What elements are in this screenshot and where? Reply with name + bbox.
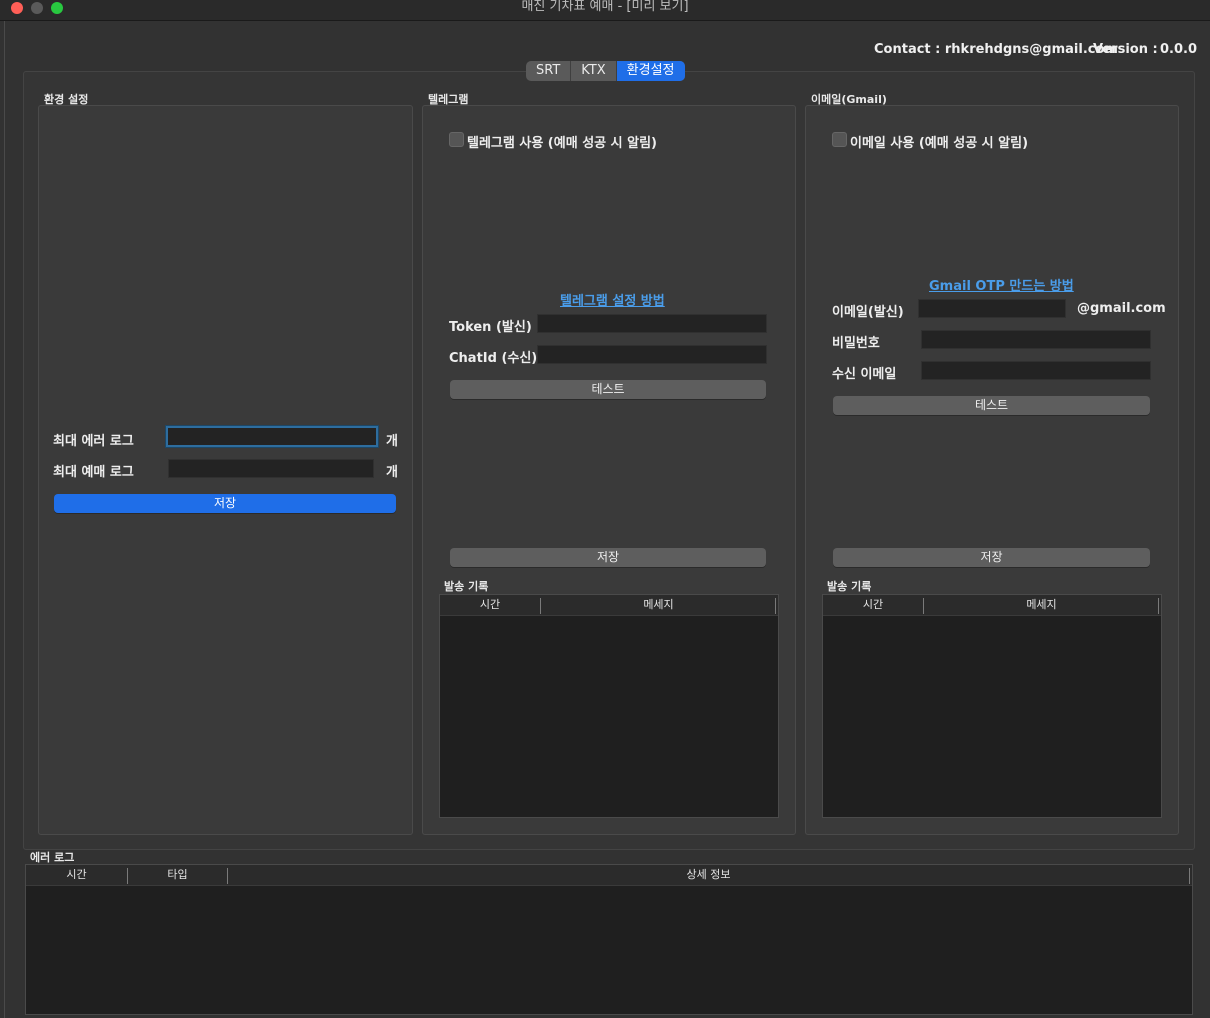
email-test-button[interactable]: 테스트 bbox=[833, 396, 1150, 415]
telegram-help-link[interactable]: 텔레그램 설정 방법 bbox=[560, 290, 665, 309]
telegram-test-button[interactable]: 테스트 bbox=[450, 380, 766, 399]
column-header-time[interactable]: 시간 bbox=[440, 595, 540, 615]
contact-text: Contact : rhkrehdgns@gmail.com bbox=[874, 42, 1118, 57]
error-log-title: 에러 로그 bbox=[30, 851, 75, 864]
email-enable-checkbox[interactable] bbox=[832, 132, 847, 147]
tab-srt[interactable]: SRT bbox=[526, 61, 572, 81]
telegram-enable-checkbox[interactable] bbox=[449, 132, 464, 147]
column-divider[interactable] bbox=[1158, 598, 1159, 614]
column-header-type[interactable]: 타입 bbox=[128, 865, 227, 885]
email-domain-suffix: @gmail.com bbox=[1077, 301, 1166, 316]
telegram-enable-label: 텔레그램 사용 (예매 성공 시 알림) bbox=[467, 136, 657, 151]
version-label: Version : bbox=[1093, 42, 1158, 57]
table-header: 시간 메세지 bbox=[823, 595, 1161, 616]
telegram-chatid-input[interactable] bbox=[537, 345, 767, 364]
max-error-log-unit: 개 bbox=[386, 434, 398, 449]
email-receiver-input[interactable] bbox=[921, 361, 1151, 380]
column-header-message[interactable]: 메세지 bbox=[541, 595, 776, 615]
max-error-log-input[interactable] bbox=[166, 426, 378, 447]
email-sender-input[interactable] bbox=[918, 299, 1066, 318]
table-header: 시간 타입 상세 정보 bbox=[26, 865, 1192, 886]
settings-save-button[interactable]: 저장 bbox=[54, 494, 396, 513]
telegram-save-button[interactable]: 저장 bbox=[450, 548, 766, 567]
telegram-token-input[interactable] bbox=[537, 314, 767, 333]
tab-settings[interactable]: 환경설정 bbox=[616, 61, 685, 81]
telegram-history-title: 발송 기록 bbox=[444, 580, 489, 593]
column-header-time[interactable]: 시간 bbox=[26, 865, 127, 885]
email-password-label: 비밀번호 bbox=[832, 336, 880, 351]
version-value: 0.0.0 bbox=[1160, 42, 1198, 57]
telegram-chatid-label: ChatId (수신) bbox=[449, 351, 538, 366]
column-header-message[interactable]: 메세지 bbox=[924, 595, 1159, 615]
email-password-input[interactable] bbox=[921, 330, 1151, 349]
email-enable-label: 이메일 사용 (예매 성공 시 알림) bbox=[850, 136, 1029, 151]
column-divider[interactable] bbox=[1189, 868, 1190, 884]
window-title: 매진 기차표 예매 - [미리 보기] bbox=[521, 0, 689, 14]
table-header: 시간 메세지 bbox=[440, 595, 778, 616]
window-titlebar: 매진 기차표 예매 - [미리 보기] bbox=[0, 0, 1210, 21]
column-header-time[interactable]: 시간 bbox=[823, 595, 923, 615]
max-booking-log-unit: 개 bbox=[386, 465, 398, 480]
column-divider[interactable] bbox=[775, 598, 776, 614]
max-booking-log-label: 최대 예매 로그 bbox=[53, 465, 134, 480]
email-history-title: 발송 기록 bbox=[827, 580, 872, 593]
telegram-history-table[interactable]: 시간 메세지 bbox=[439, 594, 779, 818]
tab-bar: SRT KTX 환경설정 bbox=[526, 61, 685, 81]
column-header-details[interactable]: 상세 정보 bbox=[228, 865, 1189, 885]
error-log-table[interactable]: 시간 타입 상세 정보 bbox=[25, 864, 1193, 1015]
email-save-button[interactable]: 저장 bbox=[833, 548, 1150, 567]
telegram-token-label: Token (발신) bbox=[449, 320, 532, 335]
max-error-log-label: 최대 에러 로그 bbox=[53, 434, 134, 449]
tab-ktx[interactable]: KTX bbox=[571, 61, 617, 81]
email-sender-label: 이메일(발신) bbox=[832, 305, 904, 320]
gmail-otp-help-link[interactable]: Gmail OTP 만드는 방법 bbox=[929, 275, 1074, 294]
email-history-table[interactable]: 시간 메세지 bbox=[822, 594, 1162, 818]
max-booking-log-input[interactable] bbox=[168, 459, 374, 478]
email-receiver-label: 수신 이메일 bbox=[832, 367, 897, 382]
